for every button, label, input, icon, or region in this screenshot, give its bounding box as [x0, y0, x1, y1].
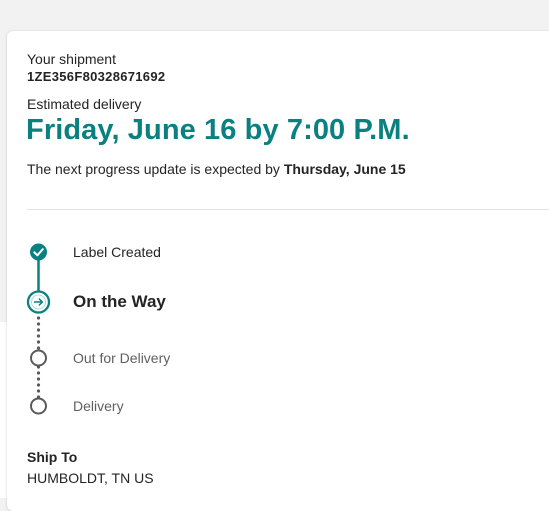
progress-timeline: [26, 243, 51, 415]
divider: [27, 209, 549, 210]
shipment-card: Your shipment 1ZE356F80328671692 Estimat…: [7, 31, 549, 511]
step-on-the-way: On the Way: [73, 292, 166, 311]
ship-to-title: Ship To: [27, 449, 78, 465]
step-out-for-delivery: Out for Delivery: [73, 350, 171, 366]
next-update-date: Thursday, June 15: [283, 161, 406, 177]
empty-circle-icon: [30, 349, 47, 367]
arrow-right-icon: [26, 290, 51, 314]
check-icon: [30, 243, 47, 261]
ship-to-address: HUMBOLDT, TN US: [27, 470, 154, 486]
empty-circle-icon: [30, 397, 47, 415]
step-label-created: Label Created: [73, 244, 161, 260]
step-delivery: Delivery: [73, 398, 124, 414]
